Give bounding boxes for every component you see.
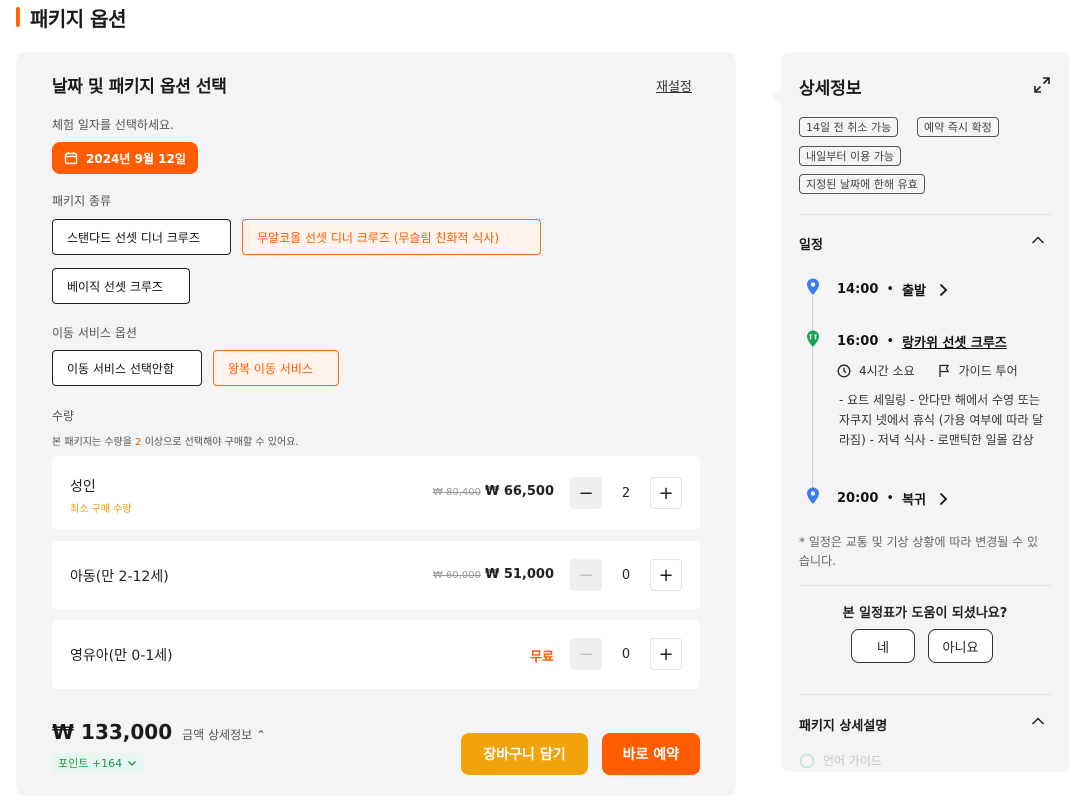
transport-option-roundtrip[interactable]: 왕복 이동 서비스 (213, 350, 339, 386)
location-pin-icon (807, 278, 819, 295)
divider (799, 694, 1051, 695)
date-picker-button[interactable]: 2024년 9월 12일 (52, 142, 198, 174)
chevron-down-icon (128, 761, 137, 766)
quantity-note: 본 패키지는 수량을 2 이상으로 선택해야 구매할 수 있어요. (52, 437, 299, 448)
quantity-value: 0 (621, 646, 631, 662)
date-label: 체험 일자를 선택하세요. (52, 118, 174, 132)
increment-button[interactable]: + (650, 477, 682, 509)
schedule-note: * 일정은 교통 및 기상 상황에 따라 변경될 수 있습니다. (799, 535, 1039, 568)
package-option-basic[interactable]: 베이직 선셋 크루즈 (52, 268, 190, 304)
expand-icon[interactable] (1033, 76, 1051, 94)
quantity-stepper: − 0 + (570, 638, 682, 670)
total-price-group: ₩ 133,000 금액 상세정보 ⌃ (52, 720, 266, 744)
timeline-item-departure[interactable]: 14:00 • 출발 (837, 280, 950, 299)
transport-option-none[interactable]: 이동 서비스 선택안함 (52, 350, 202, 386)
guide-type: 가이드 투어 (958, 364, 1018, 378)
price-group: ₩ 60,000 ₩ 51,000 (433, 567, 554, 582)
chevron-right-icon (939, 492, 948, 505)
tag-cancellation: 14일 전 취소 가능 (799, 117, 899, 137)
clock-icon (837, 364, 851, 377)
schedule-title: 일정 (799, 238, 823, 253)
timeline-item-return[interactable]: 20:00 • 복귀 (837, 489, 950, 508)
original-price: ₩ 80,400 (432, 487, 481, 498)
location-pin-icon (807, 487, 819, 504)
row-label: 성인 (70, 479, 96, 495)
free-price: 무료 (530, 650, 554, 665)
tag-valid-date: 지정된 날짜에 한해 유효 (799, 174, 925, 194)
price-group: ₩ 80,400 ₩ 66,500 (433, 484, 554, 499)
reset-link[interactable]: 재설정 (656, 76, 692, 95)
price-group: 무료 (530, 646, 554, 665)
helpful-no-button[interactable]: 아니요 (928, 629, 993, 663)
quantity-row-infant: 영유아(만 0-1세) 무료 − 0 + (52, 620, 700, 689)
title-accent-bar (16, 7, 20, 27)
chevron-up-icon: ⌃ (256, 728, 267, 742)
check-circle-icon (799, 753, 815, 768)
panel-pointer (772, 88, 781, 106)
divider (799, 585, 1051, 586)
timeline-item-cruise[interactable]: 16:00 • 랑카위 선셋 크루즈 (837, 332, 1007, 351)
helpful-question: 본 일정표가 도움이 되셨나요? (842, 606, 1008, 621)
language-guide-row: 언어 가이드 (799, 752, 882, 769)
option-panel-title: 날짜 및 패키지 옵션 선택 (52, 77, 227, 97)
package-type-label: 패키지 종류 (52, 194, 112, 208)
min-purchase-note: 최소 구매 수량 (70, 504, 132, 515)
collapse-schedule-icon[interactable] (1031, 233, 1045, 247)
points-badge[interactable]: 포인트 +164 (52, 753, 144, 773)
original-price: ₩ 60,000 (432, 570, 481, 581)
tag-instant-confirm: 예약 즉시 확정 (917, 117, 999, 137)
calendar-icon (64, 152, 78, 165)
chevron-right-icon (939, 283, 948, 296)
quantity-value: 2 (621, 485, 631, 501)
decrement-button[interactable]: − (570, 477, 602, 509)
duration: 4시간 소요 (859, 364, 915, 378)
increment-button[interactable]: + (650, 638, 682, 670)
collapse-package-detail-icon[interactable] (1031, 714, 1045, 728)
package-detail-title: 패키지 상세설명 (799, 719, 888, 734)
package-option-alcohol-free[interactable]: 무알코올 선셋 디너 크루즈 (무슬림 친화적 식사) (242, 219, 541, 255)
sale-price: ₩ 66,500 (484, 484, 554, 499)
detail-panel: 상세정보 14일 전 취소 가능 예약 즉시 확정 내일부터 이용 가능 지정된… (781, 52, 1069, 772)
quantity-stepper: − 0 + (570, 559, 682, 591)
activity-meta: 4시간 소요 가이드 투어 (837, 362, 1018, 379)
row-label: 아동(만 2-12세) (70, 569, 169, 585)
option-panel: 날짜 및 패키지 옵션 선택 재설정 체험 일자를 선택하세요. 2024년 9… (16, 52, 736, 796)
quantity-label: 수량 (52, 409, 75, 423)
activity-pin-icon (807, 330, 819, 347)
sale-price: ₩ 51,000 (484, 567, 554, 582)
page-title: 패키지 옵션 (16, 4, 126, 31)
quantity-row-child: 아동(만 2-12세) ₩ 60,000 ₩ 51,000 − 0 + (52, 541, 700, 610)
transport-label: 이동 서비스 옵션 (52, 326, 137, 340)
package-option-standard[interactable]: 스탠다드 선셋 디너 크루즈 (52, 219, 231, 255)
quantity-stepper: − 2 + (570, 477, 682, 509)
row-label: 영유아(만 0-1세) (70, 648, 173, 664)
detail-panel-title: 상세정보 (799, 79, 862, 99)
helpful-yes-button[interactable]: 네 (851, 629, 915, 663)
quantity-value: 0 (621, 567, 631, 583)
page-title-text: 패키지 옵션 (30, 6, 126, 31)
timeline-line (812, 296, 813, 496)
total-price: ₩ 133,000 (52, 720, 173, 744)
increment-button[interactable]: + (650, 559, 682, 591)
flag-icon (938, 364, 949, 377)
price-detail-toggle[interactable]: 금액 상세정보 ⌃ (182, 726, 266, 743)
decrement-button[interactable]: − (570, 638, 602, 670)
divider (799, 214, 1051, 215)
selected-date: 2024년 9월 12일 (86, 151, 186, 166)
activity-description: - 요트 세일링 - 안다만 해에서 수영 또는 자쿠지 넷에서 휴식 (가용 … (839, 393, 1044, 447)
decrement-button[interactable]: − (570, 559, 602, 591)
add-to-cart-button[interactable]: 장바구니 담기 (461, 733, 588, 775)
book-now-button[interactable]: 바로 예약 (602, 733, 700, 775)
quantity-row-adult: 성인 최소 구매 수량 ₩ 80,400 ₩ 66,500 − 2 + (52, 456, 700, 530)
tag-available-tomorrow: 내일부터 이용 가능 (799, 146, 901, 166)
